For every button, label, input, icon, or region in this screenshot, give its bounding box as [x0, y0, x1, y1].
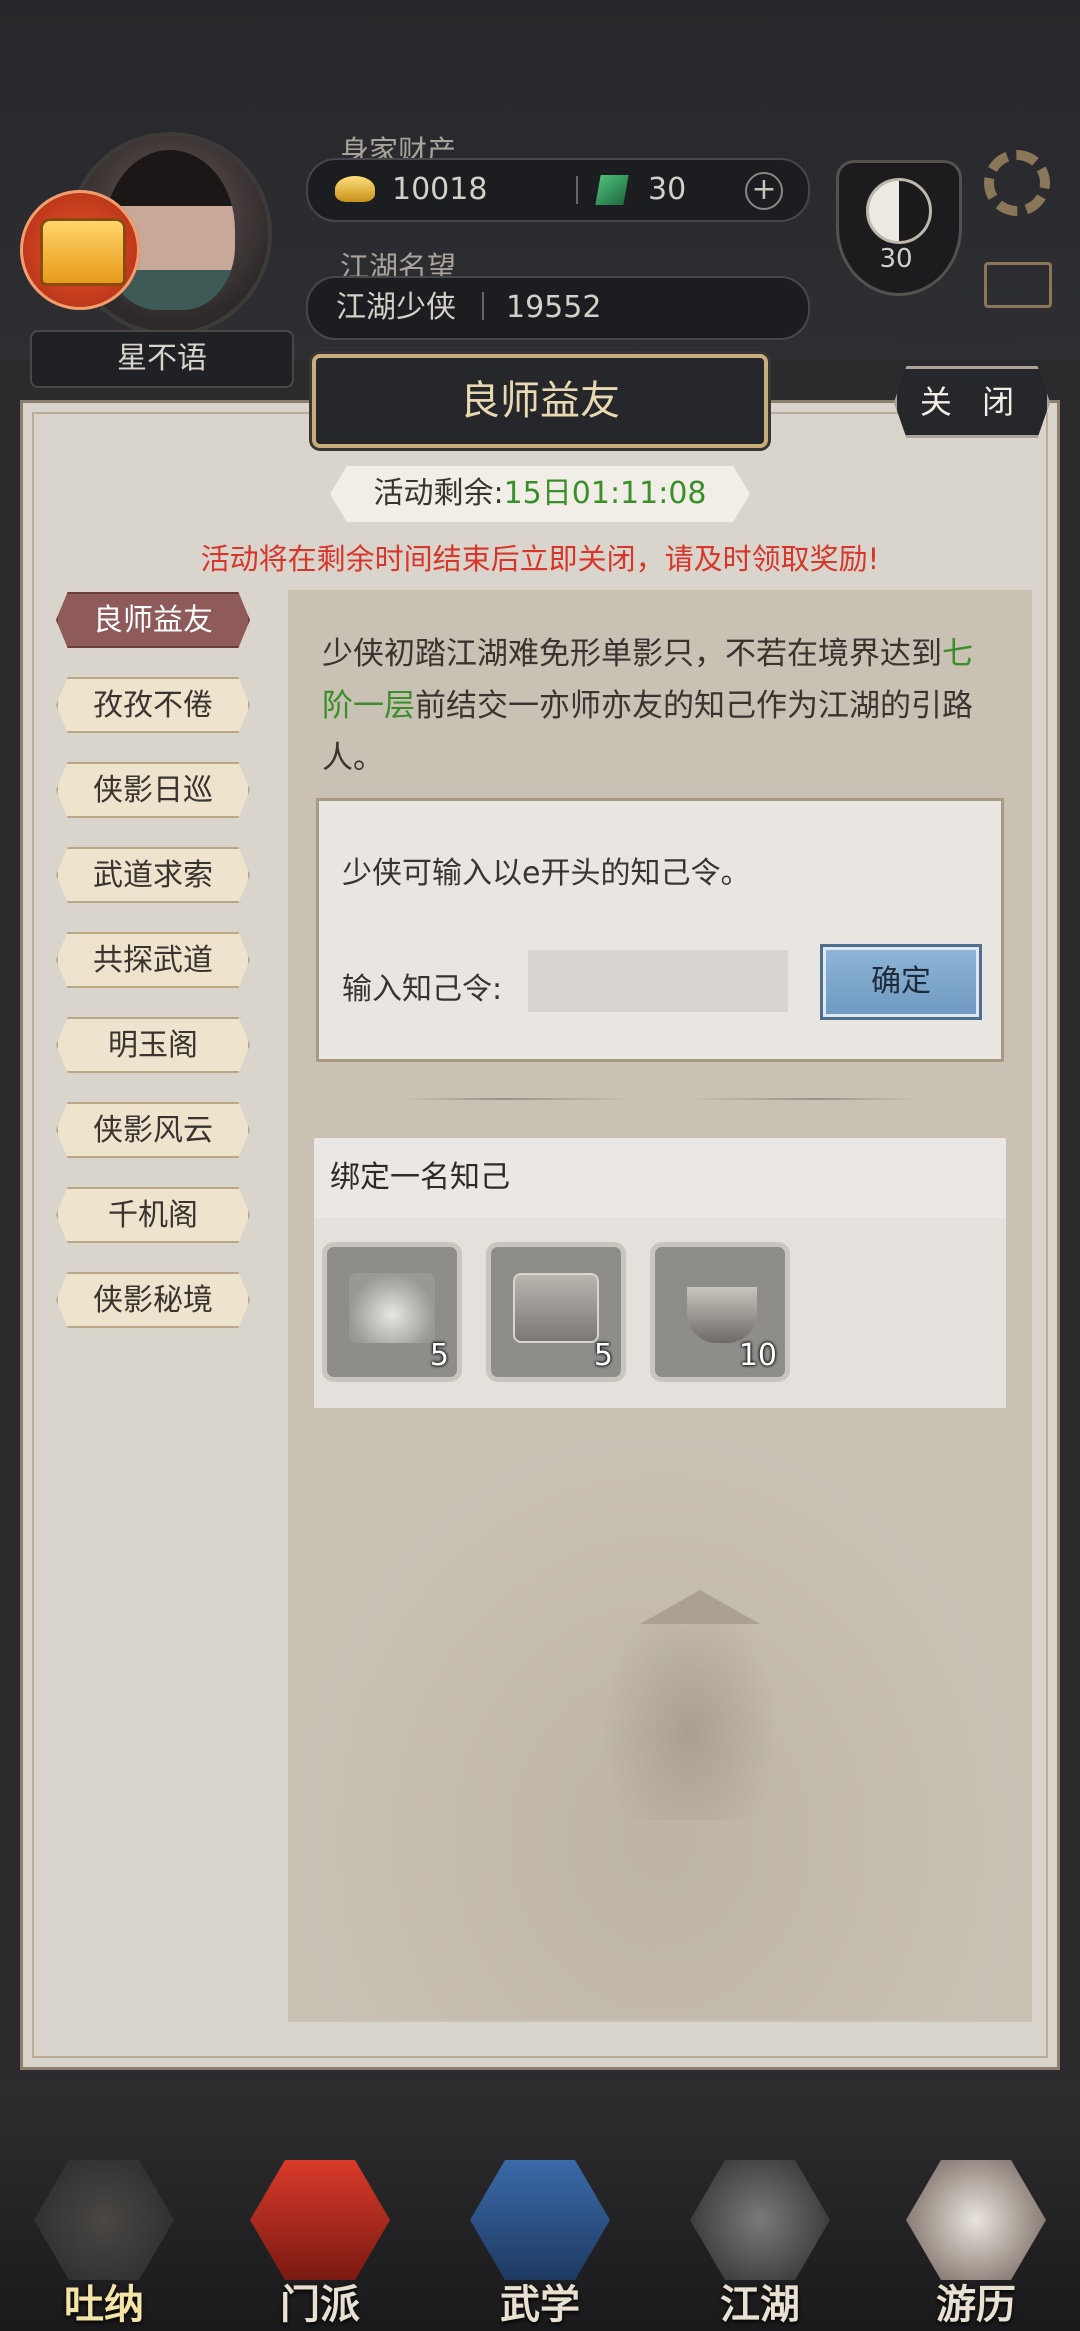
nav-youli[interactable]: 游历 [896, 2160, 1056, 2330]
ornament-divider [400, 1098, 920, 1100]
tab-xiayingmijing[interactable]: 侠影秘境 [56, 1272, 250, 1328]
panel-title: 良师益友 [312, 354, 768, 448]
silver-ingot-icon [349, 1273, 435, 1343]
tab-gongtanwudao[interactable]: 共探武道 [56, 932, 250, 988]
nav-jianghu[interactable]: 江湖 [680, 2160, 840, 2330]
nav-menpai[interactable]: 门派 [240, 2160, 400, 2330]
reputation-value: 19552 [506, 290, 602, 325]
gear-icon[interactable] [984, 150, 1050, 216]
reward-item[interactable]: 5 [486, 1242, 626, 1382]
gold-amount: 10018 [392, 172, 488, 207]
reward-count: 10 [738, 1338, 777, 1373]
gold-ingot-icon [335, 176, 375, 202]
desc-part1: 少侠初踏江湖难免形单影只，不若在境界达到 [322, 636, 942, 672]
reward-count: 5 [429, 1338, 449, 1373]
code-entry-box [316, 798, 1004, 1062]
wealth-divider [576, 176, 578, 204]
nav-label: 吐纳 [64, 2282, 144, 2328]
nav-tuna[interactable]: 吐纳 [24, 2160, 184, 2330]
reputation-divider [482, 292, 484, 320]
martial-book-icon [470, 2160, 610, 2280]
nav-label: 游历 [936, 2282, 1016, 2328]
code-label: 输入知己令: [342, 972, 503, 1007]
tab-zizibujuan[interactable]: 孜孜不倦 [56, 677, 250, 733]
nav-label: 江湖 [720, 2282, 800, 2328]
add-currency-button[interactable]: + [745, 172, 783, 210]
jade-icon [595, 175, 629, 205]
fisherman-silhouette [600, 1600, 780, 1820]
mail-icon[interactable] [984, 262, 1052, 308]
close-button[interactable]: 关 闭 [894, 366, 1050, 438]
chest-icon [40, 218, 126, 286]
code-tip: 少侠可输入以e开头的知己令。 [342, 856, 751, 891]
timer-value: 15日01:11:08 [503, 476, 707, 511]
tab-qianjige[interactable]: 千机阁 [56, 1187, 250, 1243]
tab-wudaoqiusuo[interactable]: 武道求索 [56, 847, 250, 903]
tab-liangshiyiyou[interactable]: 良师益友 [56, 592, 250, 648]
tab-xiayingfengyun[interactable]: 侠影风云 [56, 1102, 250, 1158]
sect-banner-icon [250, 2160, 390, 2280]
tab-mingyuge[interactable]: 明玉阁 [56, 1017, 250, 1073]
confirm-button[interactable]: 确定 [820, 944, 982, 1020]
straw-hat-icon [690, 2160, 830, 2280]
reputation-title: 江湖少侠 [336, 290, 456, 325]
nav-label: 门派 [280, 2282, 360, 2328]
activity-timer: 活动剩余:15日01:11:08 [330, 466, 750, 522]
treasure-chest-icon [513, 1273, 599, 1343]
reward-item[interactable]: 5 [322, 1242, 462, 1382]
taiji-icon [866, 178, 932, 244]
activity-description: 少侠初踏江湖难免形单影只，不若在境界达到七阶一层前结交一亦师亦友的知己作为江湖的… [322, 628, 1002, 784]
horse-icon [906, 2160, 1046, 2280]
nav-label: 武学 [500, 2282, 580, 2328]
jade-amount: 30 [648, 172, 687, 207]
reward-count: 5 [593, 1338, 613, 1373]
nav-wuxue[interactable]: 武学 [460, 2160, 620, 2330]
reward-item[interactable]: 10 [650, 1242, 790, 1382]
level-value: 30 [879, 244, 913, 274]
meditation-icon [34, 2160, 174, 2280]
timer-label: 活动剩余: [373, 476, 504, 511]
desc-part2: 前结交一亦师亦友的知己作为江湖的引路人。 [322, 688, 973, 776]
player-name: 星不语 [30, 330, 294, 388]
code-input[interactable] [528, 950, 788, 1012]
incense-burner-icon [687, 1287, 757, 1343]
wealth-bar [306, 158, 810, 222]
bind-title: 绑定一名知己 [314, 1138, 1006, 1218]
warning-text: 活动将在剩余时间结束后立即关闭，请及时领取奖励! [200, 542, 880, 576]
tab-xiayingrixun[interactable]: 侠影日巡 [56, 762, 250, 818]
